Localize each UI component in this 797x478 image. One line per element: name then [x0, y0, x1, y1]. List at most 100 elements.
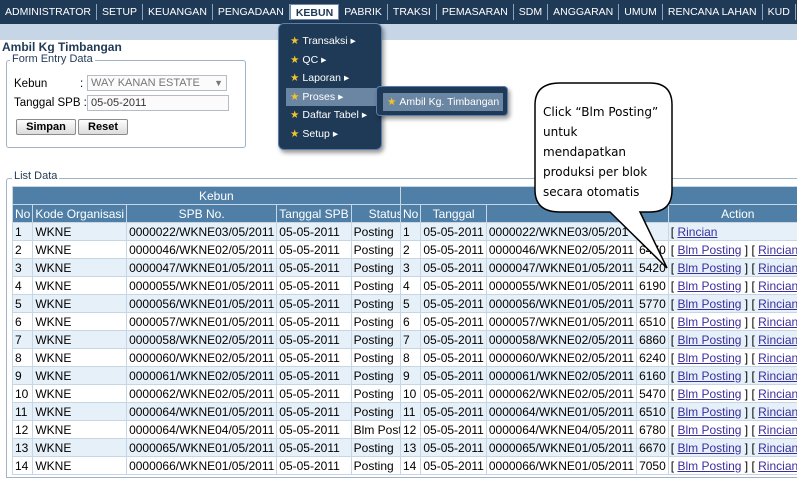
rincian-link[interactable]: Rincian: [758, 351, 797, 365]
menu-item-label: Daftar Tabel: [302, 109, 358, 121]
top-menu-pabrik[interactable]: PABRIK: [339, 4, 388, 20]
rincian-link[interactable]: Rincian: [758, 369, 797, 383]
chevron-down-icon: ▼: [214, 76, 223, 90]
kebun-select[interactable]: WAY KANAN ESTATE▼: [87, 75, 227, 91]
table-cell: 1: [401, 223, 421, 241]
table-cell: 0000062/WKNE02/05/2011: [486, 385, 636, 403]
top-menu-kebun[interactable]: KEBUN: [290, 4, 339, 20]
menu-item-setup[interactable]: ★Setup▸: [286, 125, 378, 143]
rincian-link[interactable]: Rincian: [758, 261, 797, 275]
rincian-link[interactable]: Rincian: [758, 333, 797, 347]
table-cell: 6190: [637, 277, 669, 295]
blm-posting-link[interactable]: Blm Posting: [677, 315, 741, 329]
menu-item-ambil-kg-timbangan[interactable]: ★Ambil Kg. Timbangan: [383, 93, 503, 111]
top-menu-anggaran[interactable]: ANGGARAN: [548, 4, 619, 20]
table-cell: 7050: [637, 457, 669, 475]
table-cell: 14: [13, 457, 33, 475]
top-menu-umum[interactable]: UMUM: [619, 4, 663, 20]
table-cell: 2: [401, 241, 421, 259]
table-cell: 13: [13, 439, 33, 457]
table-cell: 05-05-2011: [421, 241, 487, 259]
table-cell: 05-05-2011: [421, 385, 487, 403]
table-cell: 0000065/WKNE01/05/2011: [127, 439, 277, 457]
top-menu-pengadaan[interactable]: PENGADAAN: [213, 4, 290, 20]
table-cell: 0000055/WKNE01/05/2011: [127, 277, 277, 295]
action-cell: [ Rincian: [668, 223, 797, 241]
action-cell: [ Blm Posting ] [ Rincian ]: [668, 259, 797, 277]
column-header: Kode Organisasi: [33, 205, 127, 223]
top-menu-rencana-lahan[interactable]: RENCANA LAHAN: [663, 4, 763, 20]
table-cell: 0000057/WKNE01/05/2011: [127, 313, 277, 331]
menu-item-proses[interactable]: ★Proses▸: [286, 88, 378, 106]
rincian-link[interactable]: Rincian: [758, 405, 797, 419]
action-cell: [ Blm Posting ] [ Rincian ]: [668, 313, 797, 331]
blm-posting-link[interactable]: Blm Posting: [677, 387, 741, 401]
table-cell: 0000046/WKNE02/05/2011: [127, 241, 277, 259]
simpan-button[interactable]: Simpan: [16, 119, 76, 135]
kebun-group-header: Kebun: [13, 187, 421, 205]
table-cell: 05-05-2011: [421, 331, 487, 349]
menu-item-qc[interactable]: ★QC▸: [286, 51, 378, 69]
table-row: 6WKNE0000057/WKNE01/05/201105-05-2011Pos…: [13, 313, 421, 331]
table-cell: WKNE: [33, 259, 127, 277]
table-cell: 05-05-2011: [421, 457, 487, 475]
table-cell: WKNE: [33, 223, 127, 241]
menu-item-laporan[interactable]: ★Laporan▸: [286, 69, 378, 87]
action-cell: [ Blm Posting ] [ Rincian ]: [668, 367, 797, 385]
blm-posting-link[interactable]: Blm Posting: [677, 297, 741, 311]
blm-posting-link[interactable]: Blm Posting: [677, 369, 741, 383]
top-menu-sdm[interactable]: SDM: [514, 4, 548, 20]
menu-item-daftar-tabel[interactable]: ★Daftar Tabel▸: [286, 106, 378, 124]
top-menu-kud[interactable]: KUD: [763, 4, 796, 20]
rincian-link[interactable]: Rincian: [677, 225, 717, 239]
table-cell: 9: [401, 367, 421, 385]
top-menu-keuangan[interactable]: KEUANGAN: [143, 4, 213, 20]
blm-posting-link[interactable]: Blm Posting: [677, 261, 741, 275]
table-cell: WKNE: [33, 349, 127, 367]
menu-item-label: Laporan: [302, 72, 341, 84]
blm-posting-link[interactable]: Blm Posting: [677, 351, 741, 365]
table-cell: 5420: [637, 259, 669, 277]
kebun-colon: :: [80, 78, 83, 90]
top-menu-pemasaran[interactable]: PEMASARAN: [437, 4, 514, 20]
blm-posting-link[interactable]: Blm Posting: [677, 441, 741, 455]
star-icon: ★: [290, 35, 299, 47]
menu-item-transaksi[interactable]: ★Transaksi▸: [286, 32, 378, 50]
blm-posting-link[interactable]: Blm Posting: [677, 459, 741, 473]
blm-posting-link[interactable]: Blm Posting: [677, 279, 741, 293]
blm-posting-link[interactable]: Blm Posting: [677, 243, 741, 257]
rincian-link[interactable]: Rincian: [758, 423, 797, 437]
blm-posting-link[interactable]: Blm Posting: [677, 423, 741, 437]
rincian-link[interactable]: Rincian: [758, 387, 797, 401]
tanggal-spb-input[interactable]: 05-05-2011: [87, 95, 229, 111]
blm-posting-link[interactable]: Blm Posting: [677, 333, 741, 347]
rincian-link[interactable]: Rincian: [758, 315, 797, 329]
rincian-link[interactable]: Rincian: [758, 297, 797, 311]
column-header: Tanggal SPB: [277, 205, 351, 223]
action-cell: [ Blm Posting ] [ Rincian ]: [668, 439, 797, 457]
table-cell: WKNE: [33, 277, 127, 295]
table-row: 14WKNE0000066/WKNE01/05/201105-05-2011Po…: [13, 457, 421, 475]
table-cell: 05-05-2011: [277, 331, 351, 349]
rincian-link[interactable]: Rincian: [758, 459, 797, 473]
table-cell: 0000022/WKNE03/05/201: [486, 223, 636, 241]
column-header: SPB No.: [127, 205, 277, 223]
table-cell: 10: [13, 385, 33, 403]
rincian-link[interactable]: Rincian: [758, 279, 797, 293]
table-cell: 3: [13, 259, 33, 277]
table-cell: 05-05-2011: [421, 313, 487, 331]
top-menu-traksi[interactable]: TRAKSI: [388, 4, 437, 20]
rincian-link[interactable]: Rincian: [758, 441, 797, 455]
action-cell: [ Blm Posting ] [ Rincian ]: [668, 403, 797, 421]
rincian-link[interactable]: Rincian: [758, 243, 797, 257]
table-cell: 0000066/WKNE01/05/2011: [486, 457, 636, 475]
table-cell: 05-05-2011: [277, 367, 351, 385]
top-menu-administrator[interactable]: ADMINISTRATOR: [0, 4, 97, 20]
table-cell: WKNE: [33, 457, 127, 475]
reset-button[interactable]: Reset: [78, 119, 128, 135]
blm-posting-link[interactable]: Blm Posting: [677, 405, 741, 419]
top-menu-setup[interactable]: SETUP: [97, 4, 143, 20]
table-cell: 05-05-2011: [421, 349, 487, 367]
table-cell: 05-05-2011: [277, 295, 351, 313]
kebun-label: Kebun: [14, 78, 47, 90]
